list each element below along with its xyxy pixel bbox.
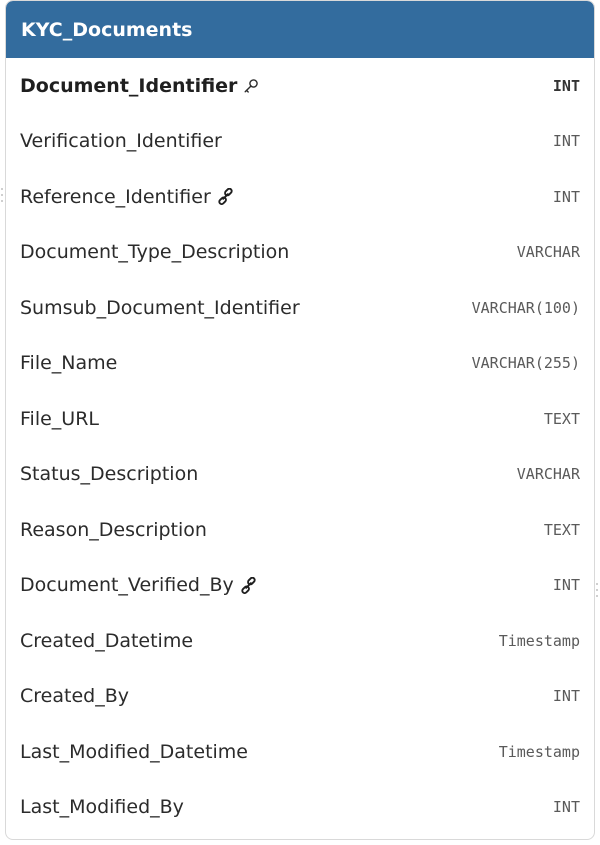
column-type: INT — [552, 576, 580, 595]
column-name-cell: File_Name — [20, 352, 117, 374]
column-type: TEXT — [543, 520, 580, 539]
column-name-cell: Reference_Identifier — [20, 186, 234, 208]
column-name-cell: Last_Modified_Datetime — [20, 741, 248, 763]
table-row[interactable]: Reference_Identifier INT — [6, 169, 594, 225]
column-name: Document_Identifier — [20, 74, 238, 97]
column-type: INT — [552, 687, 580, 706]
column-name: Sumsub_Document_Identifier — [20, 296, 300, 319]
column-name-cell: Document_Identifier — [20, 75, 259, 97]
column-type: INT — [552, 76, 580, 95]
column-type: Timestamp — [498, 631, 580, 650]
column-name: Last_Modified_By — [20, 796, 184, 819]
column-type: VARCHAR — [516, 243, 580, 262]
column-type: TEXT — [543, 409, 580, 428]
column-name: File_URL — [20, 407, 99, 430]
column-name: Document_Type_Description — [20, 241, 290, 264]
column-name: File_Name — [20, 352, 118, 375]
table-row[interactable]: File_Name VARCHAR(255) — [6, 336, 594, 392]
column-type: Timestamp — [498, 742, 580, 761]
entity-table-card[interactable]: KYC_Documents Document_Identifier INT Veri… — [5, 0, 595, 840]
column-type: VARCHAR(255) — [471, 354, 580, 373]
column-name-cell: Verification_Identifier — [20, 130, 222, 152]
column-name: Created_Datetime — [20, 629, 194, 652]
column-name-cell: Last_Modified_By — [20, 796, 184, 818]
column-type: VARCHAR — [516, 465, 580, 484]
column-name-cell: Reason_Description — [20, 519, 207, 541]
column-name: Status_Description — [20, 463, 199, 486]
column-name-cell: Status_Description — [20, 463, 198, 485]
column-name-cell: Document_Verified_By — [20, 574, 257, 596]
column-type: INT — [552, 798, 580, 817]
key-icon — [243, 78, 259, 94]
link-icon — [240, 576, 257, 594]
table-row[interactable]: Sumsub_Document_Identifier VARCHAR(100) — [6, 280, 594, 336]
table-row[interactable]: Created_By INT — [6, 669, 594, 725]
table-header[interactable]: KYC_Documents — [6, 1, 594, 58]
table-row[interactable]: Document_Type_Description VARCHAR — [6, 225, 594, 281]
table-row[interactable]: Document_Identifier INT — [6, 58, 594, 114]
table-row[interactable]: Status_Description VARCHAR — [6, 447, 594, 503]
table-title: KYC_Documents — [21, 18, 193, 41]
column-name: Created_By — [20, 685, 129, 708]
column-name: Reference_Identifier — [20, 185, 211, 208]
column-name: Document_Verified_By — [20, 574, 234, 597]
right-connector-handle[interactable] — [596, 583, 600, 597]
table-row[interactable]: Verification_Identifier INT — [6, 114, 594, 170]
column-name-cell: Created_By — [20, 685, 129, 707]
column-name-cell: Sumsub_Document_Identifier — [20, 297, 300, 319]
column-name: Verification_Identifier — [20, 130, 222, 153]
link-icon — [217, 188, 234, 206]
column-name-cell: File_URL — [20, 408, 99, 430]
table-row[interactable]: Document_Verified_By INT — [6, 558, 594, 614]
table-row[interactable]: Last_Modified_Datetime Timestamp — [6, 724, 594, 780]
table-row[interactable]: Reason_Description TEXT — [6, 502, 594, 558]
table-row[interactable]: Last_Modified_By INT — [6, 780, 594, 836]
column-name-cell: Created_Datetime — [20, 630, 193, 652]
column-type: VARCHAR(100) — [471, 298, 580, 317]
column-name: Last_Modified_Datetime — [20, 740, 248, 763]
column-type: INT — [552, 187, 580, 206]
left-connector-handle[interactable] — [1, 188, 5, 202]
table-row[interactable]: Created_Datetime Timestamp — [6, 613, 594, 669]
column-type: INT — [552, 132, 580, 151]
column-name-cell: Document_Type_Description — [20, 241, 289, 263]
column-list: Document_Identifier INT Verification_Ident… — [6, 58, 594, 835]
column-name: Reason_Description — [20, 518, 207, 541]
table-row[interactable]: File_URL TEXT — [6, 391, 594, 447]
